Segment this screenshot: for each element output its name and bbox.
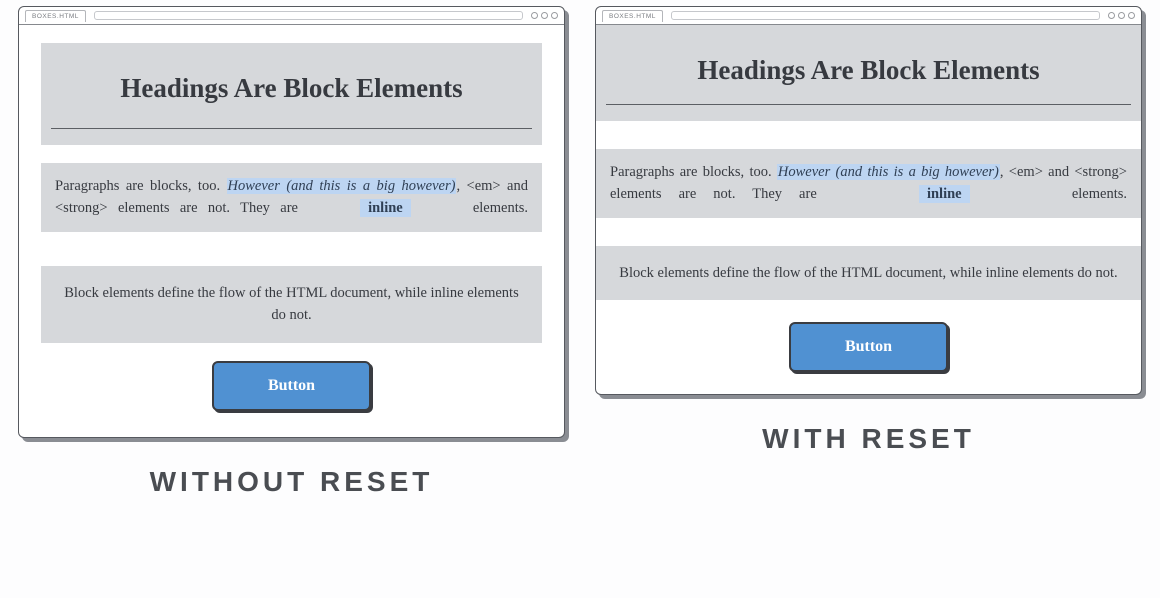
browser-window: BOXES.HTML Headings Are Block Elements P… (595, 6, 1142, 395)
demo-button[interactable]: Button (212, 361, 371, 411)
browser-titlebar: BOXES.HTML (596, 7, 1141, 25)
paragraph-1: Paragraphs are blocks, too. However (and… (41, 163, 542, 232)
browser-tab[interactable]: BOXES.HTML (602, 10, 663, 22)
demo-button[interactable]: Button (789, 322, 948, 372)
window-control-icon[interactable] (1118, 12, 1125, 19)
window-control-icon[interactable] (541, 12, 548, 19)
p1-text: Paragraphs are blocks, too. (610, 164, 777, 180)
viewport: Headings Are Block Elements Paragraphs a… (596, 25, 1141, 394)
comparison-stage: BOXES.HTML Headings Are Block Elements P… (0, 0, 1160, 498)
window-control-icon[interactable] (1108, 12, 1115, 19)
strong-highlight: inline (919, 185, 970, 203)
url-bar[interactable] (671, 11, 1100, 20)
paragraph-1: Paragraphs are blocks, too. However (and… (596, 149, 1141, 218)
reset-gap (596, 121, 1141, 149)
viewport: Headings Are Block Elements Paragraphs a… (19, 25, 564, 437)
panel-without-reset: BOXES.HTML Headings Are Block Elements P… (18, 6, 565, 498)
panel-with-reset: BOXES.HTML Headings Are Block Elements P… (595, 6, 1142, 498)
caption-without-reset: WITHOUT RESET (150, 466, 434, 498)
reset-gap (596, 218, 1141, 246)
button-row: Button (41, 343, 542, 415)
heading-text: Headings Are Block Elements (120, 73, 462, 103)
window-controls (1108, 12, 1135, 19)
heading-rule (606, 104, 1131, 105)
em-highlight: However (and this is a big however) (227, 178, 457, 194)
browser-titlebar: BOXES.HTML (19, 7, 564, 25)
window-control-icon[interactable] (1128, 12, 1135, 19)
paragraph-2: Block elements define the flow of the HT… (596, 246, 1141, 300)
window-control-icon[interactable] (551, 12, 558, 19)
browser-window: BOXES.HTML Headings Are Block Elements P… (18, 6, 565, 438)
page-heading: Headings Are Block Elements (41, 43, 542, 145)
window-controls (531, 12, 558, 19)
p1-suffix: elements. (473, 200, 528, 216)
strong-highlight: inline (360, 199, 411, 217)
paragraph-2: Block elements define the flow of the HT… (41, 266, 542, 343)
em-highlight: However (and this is a big however) (777, 164, 1000, 180)
heading-rule (51, 128, 532, 129)
page-heading: Headings Are Block Elements (596, 25, 1141, 121)
heading-text: Headings Are Block Elements (697, 55, 1039, 85)
window-control-icon[interactable] (531, 12, 538, 19)
caption-with-reset: WITH RESET (762, 423, 975, 455)
p1-text: Paragraphs are blocks, too. (55, 178, 227, 194)
button-row: Button (596, 300, 1141, 394)
margin-gap (41, 232, 542, 266)
url-bar[interactable] (94, 11, 523, 20)
browser-tab[interactable]: BOXES.HTML (25, 10, 86, 22)
p1-suffix: elements. (1072, 186, 1127, 202)
